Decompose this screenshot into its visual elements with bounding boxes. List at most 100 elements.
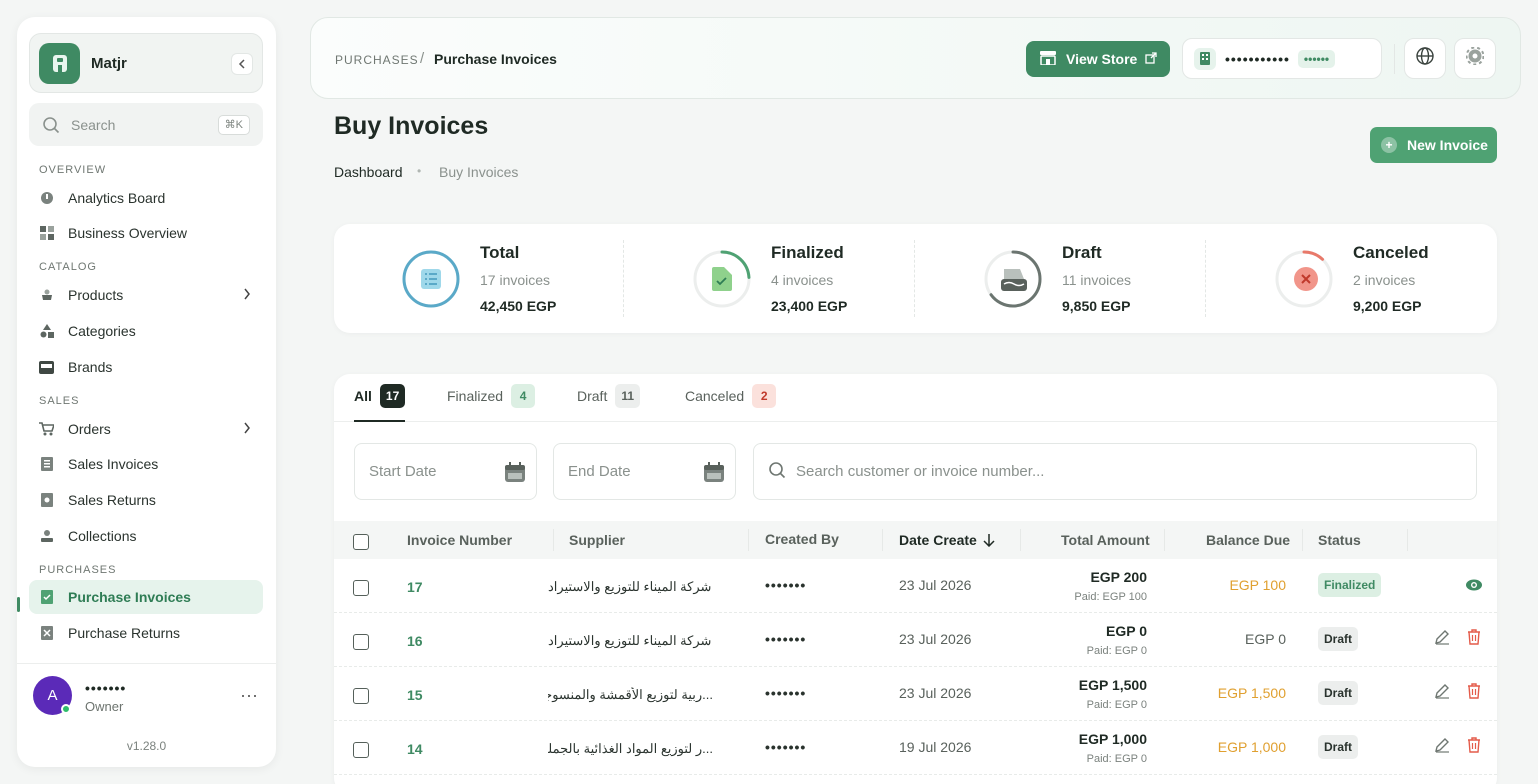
row-checkbox[interactable] [353, 742, 369, 758]
tab-all[interactable]: All 17 [354, 384, 406, 422]
sidebar-item-label: Sales Returns [68, 492, 156, 508]
start-date-field[interactable]: Start Date [354, 443, 537, 500]
sidebar-item-collections[interactable]: Collections [29, 519, 263, 553]
sidebar-search[interactable]: Search ⌘K [29, 103, 263, 146]
list-icon [421, 269, 441, 294]
view-eye-icon[interactable] [1466, 578, 1482, 594]
stats-panel: Total 17 invoices 42,450 EGP Finalized 4… [334, 224, 1497, 333]
breadcrumb-section[interactable]: PURCHASES [335, 53, 419, 67]
store-logo-icon [39, 42, 80, 84]
select-all-checkbox[interactable] [353, 534, 369, 550]
user-profile[interactable]: A ••••••• Owner ⋯ [17, 663, 276, 727]
row-checkbox[interactable] [353, 688, 369, 704]
invoice-number-link[interactable]: 14 [407, 741, 423, 757]
sidebar-item-business-overview[interactable]: Business Overview [29, 216, 263, 250]
column-invoice-number[interactable]: Invoice Number [407, 532, 512, 548]
balance-due: EGP 1,500 [1217, 685, 1286, 701]
sidebar-item-brands[interactable]: Brands [29, 350, 263, 384]
sidebar-item-purchase-invoices[interactable]: Purchase Invoices [29, 580, 263, 614]
stat-count: 2 invoices [1353, 272, 1416, 288]
stat-canceled: Canceled 2 invoices 9,200 EGP [1207, 224, 1497, 333]
paid-amount: Paid: EGP 0 [1086, 699, 1147, 711]
status-tabs: All 17 Finalized 4 Draft 11 Canceled 2 [334, 374, 1497, 422]
delete-trash-icon[interactable] [1467, 737, 1481, 756]
table-row[interactable]: 14 ...ر لتوزيع المواد الغذائية بالجملة •… [334, 721, 1497, 775]
more-options-icon[interactable]: ⋯ [240, 686, 258, 707]
sidebar-item-sales-invoices[interactable]: Sales Invoices [29, 447, 263, 481]
end-date-field[interactable]: End Date [553, 443, 736, 500]
sidebar-item-products[interactable]: Products [29, 278, 263, 312]
row-checkbox[interactable] [353, 580, 369, 596]
stat-amount: 9,200 EGP [1353, 298, 1422, 314]
invoice-number-link[interactable]: 17 [407, 579, 423, 595]
stat-amount: 23,400 EGP [771, 298, 848, 314]
date-created: 19 Jul 2026 [899, 739, 972, 755]
stat-count: 17 invoices [480, 272, 551, 288]
column-status[interactable]: Status [1318, 532, 1361, 548]
status-badge: Draft [1318, 735, 1359, 759]
sidebar-item-label: Products [68, 287, 124, 303]
table-row[interactable]: 15 ...ربية لتوزيع الأقمشة والمنسوجات •••… [334, 667, 1497, 721]
column-balance-due[interactable]: Balance Due [1206, 532, 1290, 548]
store-tag: •••••• [1297, 49, 1336, 68]
status-badge: Finalized [1318, 573, 1382, 597]
column-date-create[interactable]: Date Create [899, 532, 977, 548]
invoice-number-link[interactable]: 15 [407, 687, 423, 703]
column-separator [1302, 529, 1303, 551]
draft-tray-icon [1001, 267, 1027, 296]
sidebar-item-label: Business Overview [68, 225, 188, 241]
settings-button[interactable] [1454, 38, 1496, 79]
cart-icon [39, 422, 54, 437]
sidebar-item-categories[interactable]: Categories [29, 314, 263, 348]
table-row[interactable]: 17 شركة الميناء للتوزيع والاستيراد •••••… [334, 559, 1497, 613]
sort-arrow-down-icon[interactable] [983, 533, 995, 552]
avatar-initial: A [47, 687, 58, 704]
delete-trash-icon[interactable] [1467, 629, 1481, 648]
collapse-sidebar-button[interactable] [231, 53, 253, 75]
sidebar-item-analytics-board[interactable]: Analytics Board [29, 181, 263, 215]
end-date-placeholder: End Date [568, 463, 631, 480]
total-amount: EGP 1,000 [1078, 731, 1147, 747]
sidebar-item-sales-returns[interactable]: Sales Returns [29, 483, 263, 517]
building-icon [1194, 47, 1216, 70]
language-button[interactable] [1404, 38, 1446, 79]
column-created-by[interactable]: Created By [765, 531, 839, 547]
column-supplier[interactable]: Supplier [569, 532, 625, 548]
brand-switcher[interactable]: Matjr [29, 33, 263, 93]
store-selector[interactable]: ••••••••••• •••••• [1182, 38, 1382, 79]
tab-draft[interactable]: Draft 11 [577, 384, 641, 422]
app-name: Matjr [91, 54, 127, 72]
column-separator [882, 529, 883, 551]
tab-finalized[interactable]: Finalized 4 [447, 384, 536, 422]
column-total-amount[interactable]: Total Amount [1061, 532, 1150, 548]
invoice-number-link[interactable]: 16 [407, 633, 423, 649]
invoices-card: All 17 Finalized 4 Draft 11 Canceled 2 S… [334, 374, 1497, 784]
topbar: PURCHASES / Purchase Invoices View Store… [310, 17, 1521, 99]
table-row[interactable]: 16 شركة الميناء للتوزيع والاستيراد •••••… [334, 613, 1497, 667]
edit-pencil-icon[interactable] [1434, 683, 1450, 702]
collection-icon [39, 529, 54, 544]
breadcrumb-separator: / [420, 50, 425, 67]
sidebar-item-label: Purchase Returns [68, 625, 181, 641]
new-invoice-button[interactable]: + New Invoice [1370, 127, 1497, 163]
row-checkbox[interactable] [353, 634, 369, 650]
globe-icon [1416, 47, 1434, 70]
breadcrumb-dashboard[interactable]: Dashboard [334, 164, 403, 180]
divider [623, 240, 624, 317]
delete-trash-icon[interactable] [1467, 683, 1481, 702]
invoice-search-input[interactable]: Search customer or invoice number... [753, 443, 1477, 500]
edit-pencil-icon[interactable] [1434, 737, 1450, 756]
balance-due: EGP 0 [1245, 631, 1286, 647]
store-icon [1040, 50, 1056, 68]
page-title: Buy Invoices [334, 112, 489, 140]
new-invoice-label: New Invoice [1407, 137, 1488, 153]
divider [914, 240, 915, 317]
tab-canceled[interactable]: Canceled 2 [685, 384, 777, 422]
sidebar-item-purchase-returns[interactable]: Purchase Returns [29, 616, 263, 650]
date-created: 23 Jul 2026 [899, 685, 972, 701]
stat-label: Draft [1062, 243, 1102, 262]
view-store-button[interactable]: View Store [1026, 41, 1170, 77]
edit-pencil-icon[interactable] [1434, 629, 1450, 648]
supplier-name: شركة الميناء للتوزيع والاستيراد [548, 633, 712, 648]
sidebar-item-orders[interactable]: Orders [29, 412, 263, 446]
